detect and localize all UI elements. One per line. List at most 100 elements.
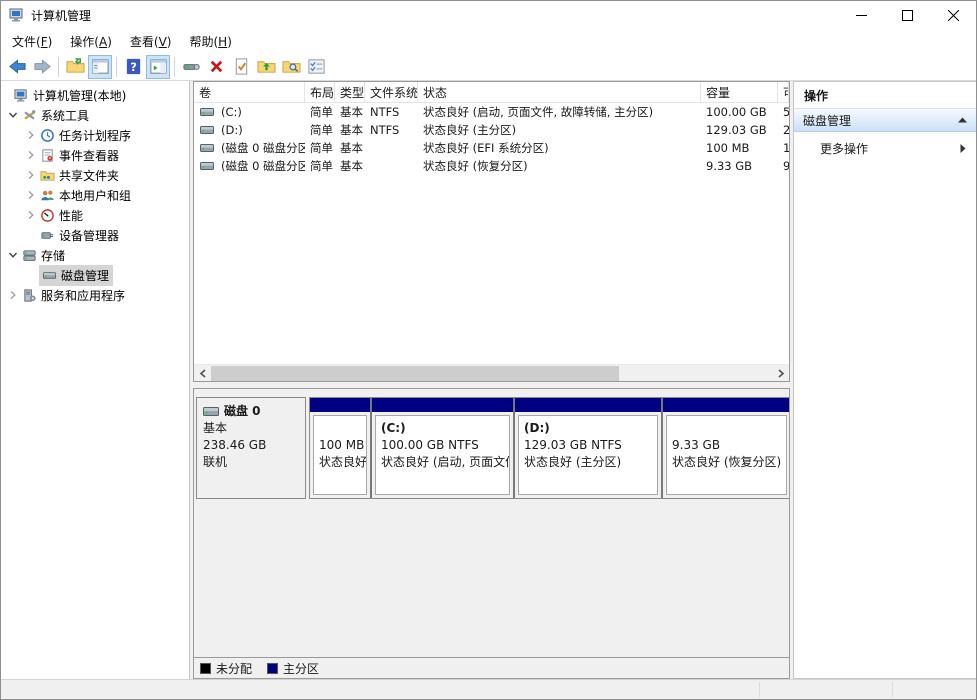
status-bar xyxy=(1,679,976,699)
computer-icon xyxy=(13,87,29,103)
maximize-button[interactable] xyxy=(884,1,930,29)
computer-management-window: 计算机管理 文件(F) 操作(A) 查看(V) 帮助(H) ? xyxy=(0,0,977,700)
event-viewer-icon xyxy=(39,147,55,163)
properties-button[interactable] xyxy=(179,55,203,79)
tools-icon xyxy=(21,107,37,123)
partition-c[interactable]: (C:) 100.00 GB NTFS 状态良好 (启动, 页面文件, 故障转储… xyxy=(372,398,515,498)
tree-item-performance[interactable]: 性能 xyxy=(1,205,189,225)
partition-efi[interactable]: 100 MB 状态良好 (EFI 系统分区) xyxy=(310,398,372,498)
tree-item-local-users-groups[interactable]: 本地用户和组 xyxy=(1,185,189,205)
tree-item-shared-folders[interactable]: 共享文件夹 xyxy=(1,165,189,185)
primary-partition-color-bar xyxy=(515,398,661,412)
disk0-label[interactable]: 磁盘 0 基本 238.46 GB 联机 xyxy=(196,397,306,499)
tree-item-disk-management[interactable]: 磁盘管理 xyxy=(1,265,189,285)
tree-item-storage[interactable]: 存储 xyxy=(1,245,189,265)
drive-letter-button[interactable] xyxy=(254,55,278,79)
primary-partition-color-bar xyxy=(663,398,790,412)
unallocated-color-swatch xyxy=(200,663,211,674)
minimize-button[interactable] xyxy=(838,1,884,29)
forward-button[interactable] xyxy=(30,55,54,79)
menu-file[interactable]: 文件(F) xyxy=(3,30,61,53)
expand-right-icon xyxy=(960,144,966,153)
column-filesystem[interactable]: 文件系统 xyxy=(365,82,418,102)
volume-row-partition1[interactable]: (磁盘 0 磁盘分区 1) 简单 基本 状态良好 (EFI 系统分区) 100 … xyxy=(194,139,789,157)
console-tree-toggle-button[interactable] xyxy=(88,55,112,79)
chevron-collapsed-icon[interactable] xyxy=(23,148,39,162)
back-button[interactable] xyxy=(5,55,29,79)
actions-title: 操作 xyxy=(794,82,976,109)
column-type[interactable]: 类型 xyxy=(335,82,365,102)
delete-x-icon xyxy=(207,57,226,76)
action-pane-icon xyxy=(149,57,168,76)
disk0-type: 基本 xyxy=(203,420,299,437)
volume-row-c[interactable]: (C:) 简单 基本 NTFS 状态良好 (启动, 页面文件, 故障转储, 主分… xyxy=(194,103,789,121)
graphical-view-pane: 磁盘 0 基本 238.46 GB 联机 100 MB 状态良好 (EFI 系统… xyxy=(193,388,790,679)
volume-row-partition5[interactable]: (磁盘 0 磁盘分区 5) 简单 基本 状态良好 (恢复分区) 9.33 GB … xyxy=(194,157,789,175)
minimize-icon xyxy=(856,10,867,21)
volume-list-pane: 卷 布局 类型 文件系统 状态 容量 可用空间 (C:) 简单 基本 NTFS … xyxy=(193,81,790,382)
primary-partition-color-bar xyxy=(372,398,513,412)
legend: 未分配 主分区 xyxy=(194,657,789,678)
partition-size: 100.00 GB NTFS xyxy=(381,437,504,454)
close-button[interactable] xyxy=(930,1,976,29)
chevron-collapsed-icon[interactable] xyxy=(5,288,21,302)
back-arrow-icon xyxy=(8,57,27,76)
chevron-collapsed-icon[interactable] xyxy=(23,168,39,182)
disk0-size: 238.46 GB xyxy=(203,437,299,454)
chevron-expanded-icon[interactable] xyxy=(5,248,21,262)
help-button[interactable]: ? xyxy=(121,55,145,79)
disk-icon xyxy=(203,406,219,417)
menu-action[interactable]: 操作(A) xyxy=(61,30,121,53)
export-list-button[interactable] xyxy=(63,55,87,79)
scrollbar-thumb[interactable] xyxy=(211,366,619,381)
chevron-collapsed-icon[interactable] xyxy=(23,128,39,142)
column-layout[interactable]: 布局 xyxy=(305,82,335,102)
chevron-none xyxy=(23,268,39,282)
menu-view[interactable]: 查看(V) xyxy=(121,30,181,53)
folder-search-icon xyxy=(282,57,301,76)
chevron-expanded-icon[interactable] xyxy=(5,108,21,122)
scroll-right-arrow[interactable] xyxy=(772,365,789,382)
check-document-button[interactable] xyxy=(229,55,253,79)
column-status[interactable]: 状态 xyxy=(418,82,701,102)
toolbar: ? xyxy=(1,53,976,81)
column-volume[interactable]: 卷 xyxy=(194,82,305,102)
help-icon: ? xyxy=(124,57,143,76)
device-manager-icon xyxy=(39,227,55,243)
chevron-collapsed-icon[interactable] xyxy=(23,188,39,202)
console-tree-pane: 计算机管理(本地) 系统工具 任务计划程序 事件查看器 共享文件夹 xyxy=(1,81,190,679)
action-pane-toggle-button[interactable] xyxy=(146,55,170,79)
more-actions-item[interactable]: 更多操作 xyxy=(794,136,976,160)
menu-help[interactable]: 帮助(H) xyxy=(180,30,240,53)
partition-recovery[interactable]: 9.33 GB 状态良好 (恢复分区) xyxy=(663,398,790,498)
task-list-icon xyxy=(307,57,326,76)
horizontal-scrollbar[interactable] xyxy=(194,364,789,381)
column-free-space[interactable]: 可用空间 xyxy=(778,82,789,102)
tree-item-event-viewer[interactable]: 事件查看器 xyxy=(1,145,189,165)
partition-d[interactable]: (D:) 129.03 GB NTFS 状态良好 (主分区) xyxy=(515,398,663,498)
users-icon xyxy=(39,187,55,203)
chevron-none xyxy=(23,228,39,242)
forward-arrow-icon xyxy=(33,57,52,76)
tree-item-device-manager[interactable]: 设备管理器 xyxy=(1,225,189,245)
column-capacity[interactable]: 容量 xyxy=(701,82,778,102)
tree-item-services-apps[interactable]: 服务和应用程序 xyxy=(1,285,189,305)
partition-size: 100 MB xyxy=(319,437,361,454)
delete-volume-button[interactable] xyxy=(204,55,228,79)
svg-text:?: ? xyxy=(130,60,137,74)
chevron-collapsed-icon[interactable] xyxy=(23,208,39,222)
task-list-button[interactable] xyxy=(304,55,328,79)
collapse-icon[interactable] xyxy=(958,117,967,123)
disk-management-section-header[interactable]: 磁盘管理 xyxy=(794,109,976,132)
volume-row-d[interactable]: (D:) 简单 基本 NTFS 状态良好 (主分区) 129.03 GB 2 xyxy=(194,121,789,139)
scroll-left-arrow[interactable] xyxy=(194,365,211,382)
selected-tree-item: 磁盘管理 xyxy=(39,265,113,286)
tree-item-computer-management[interactable]: 计算机管理(本地) xyxy=(1,85,189,105)
tree-item-task-scheduler[interactable]: 任务计划程序 xyxy=(1,125,189,145)
partition-size: 9.33 GB xyxy=(672,437,781,454)
explore-button[interactable] xyxy=(279,55,303,79)
storage-icon xyxy=(21,247,37,263)
menu-bar: 文件(F) 操作(A) 查看(V) 帮助(H) xyxy=(1,29,976,53)
tree-item-system-tools[interactable]: 系统工具 xyxy=(1,105,189,125)
title-bar: 计算机管理 xyxy=(1,1,976,29)
